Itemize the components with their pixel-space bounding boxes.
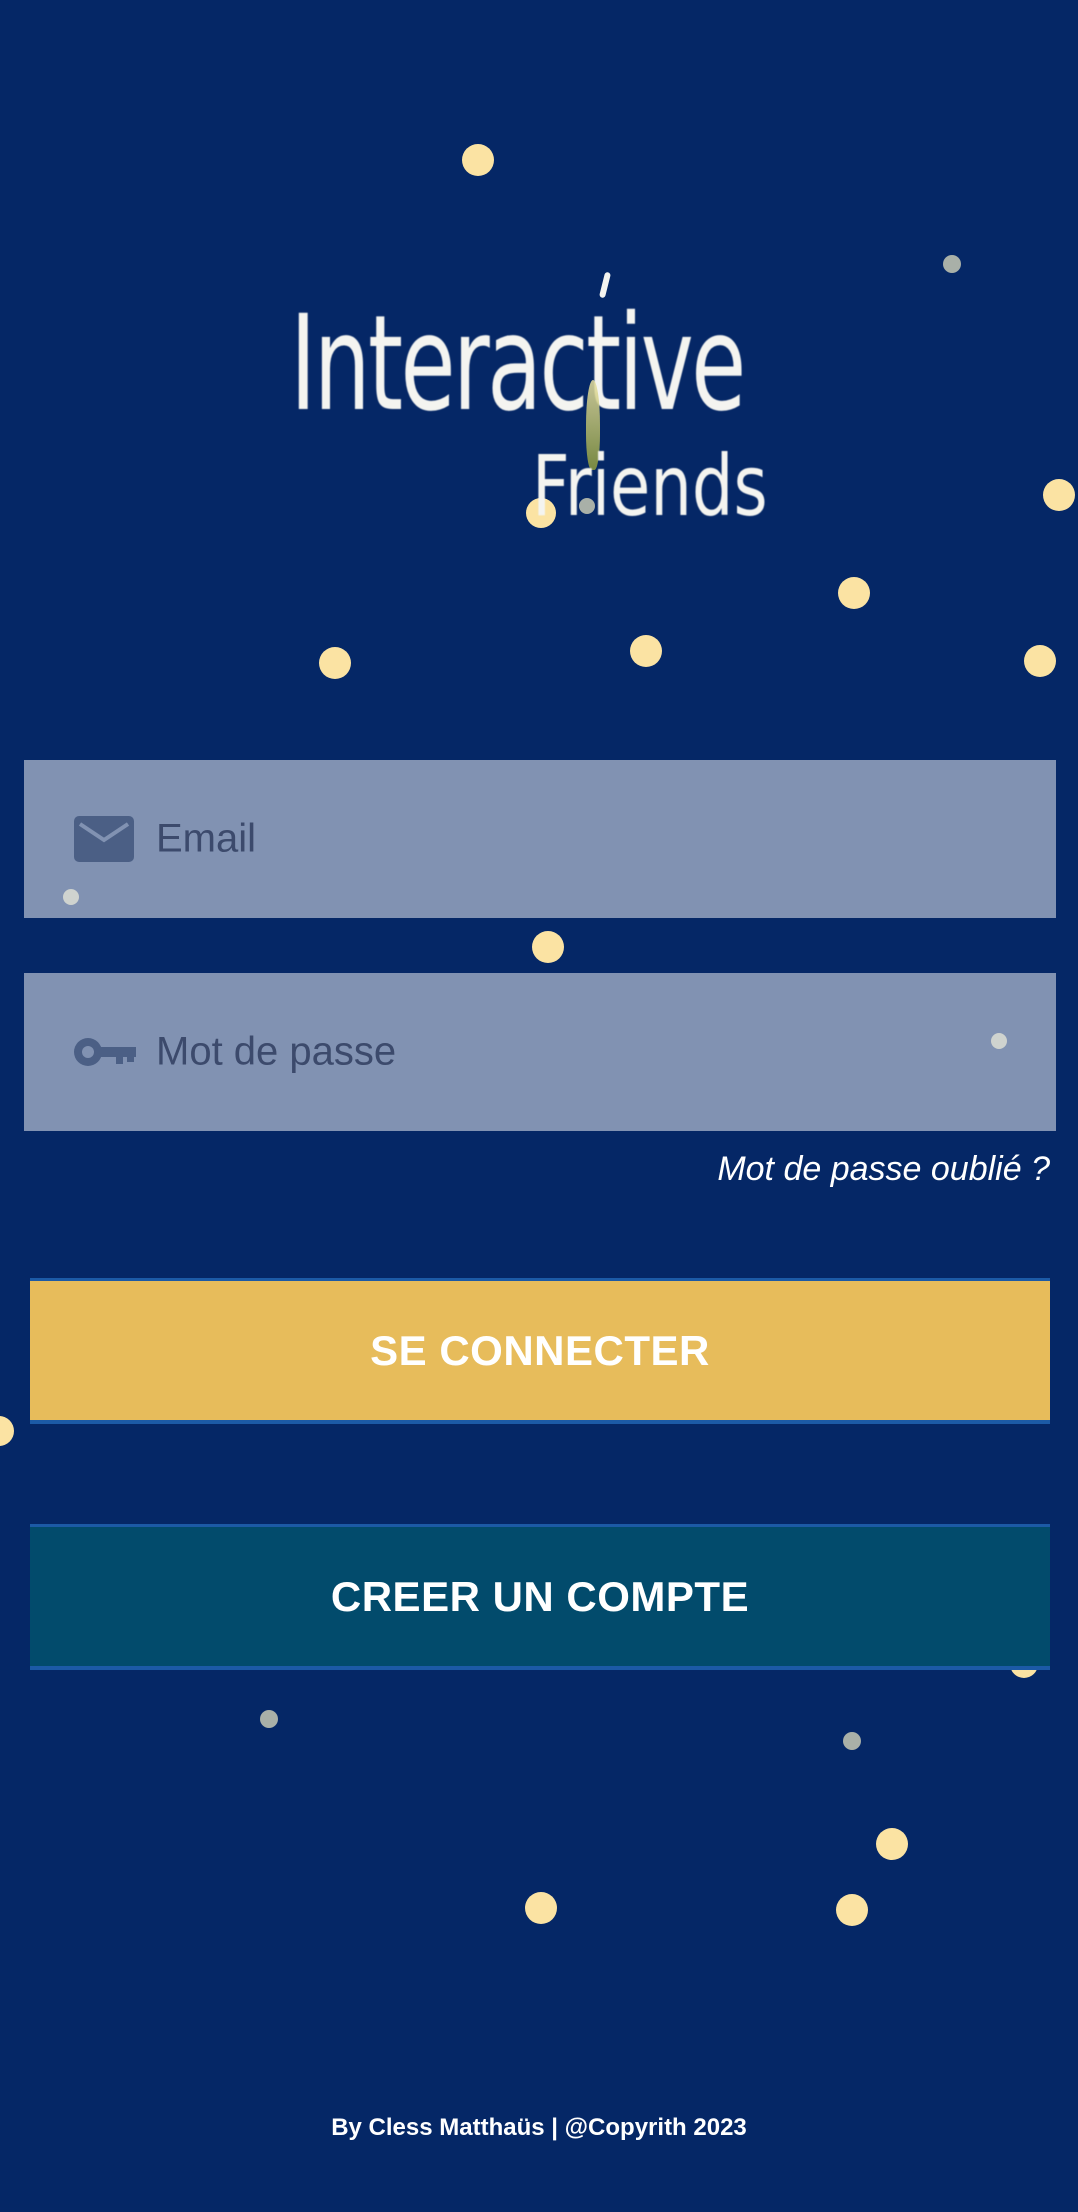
decorative-dot	[991, 1033, 1007, 1049]
email-field[interactable]: Email	[24, 760, 1056, 918]
decorative-dot	[630, 635, 662, 667]
forgot-password-link[interactable]: Mot de passe oublié ?	[717, 1150, 1050, 1189]
decorative-dot	[838, 577, 870, 609]
key-icon	[72, 1027, 136, 1077]
decorative-dot	[876, 1828, 908, 1860]
decorative-dot	[843, 1732, 861, 1750]
footer-credits: By Cless Matthaüs | @Copyrith 2023	[331, 2114, 747, 2141]
logo-subtitle: Friends	[532, 437, 768, 535]
email-placeholder: Email	[156, 816, 257, 861]
create-account-button[interactable]: CREER UN COMPTE	[30, 1524, 1050, 1670]
decorative-dot	[462, 144, 494, 176]
login-button[interactable]: SE CONNECTER	[30, 1278, 1050, 1424]
decorative-dot	[319, 647, 351, 679]
envelope-icon	[72, 814, 136, 864]
decorative-dot	[1043, 479, 1075, 511]
decorative-dot	[943, 255, 961, 273]
password-field[interactable]: Mot de passe	[24, 973, 1056, 1131]
decorative-dot	[532, 931, 564, 963]
password-placeholder: Mot de passe	[156, 1029, 397, 1074]
decorative-dot	[0, 1416, 14, 1446]
decorative-dot	[525, 1892, 557, 1924]
logo-title: Interactive	[290, 287, 746, 441]
decorative-dot	[63, 889, 79, 905]
decorative-dot	[1024, 645, 1056, 677]
app-logo: Interactive Friends	[280, 258, 768, 528]
decorative-dot	[836, 1894, 868, 1926]
decorative-dot	[260, 1710, 278, 1728]
